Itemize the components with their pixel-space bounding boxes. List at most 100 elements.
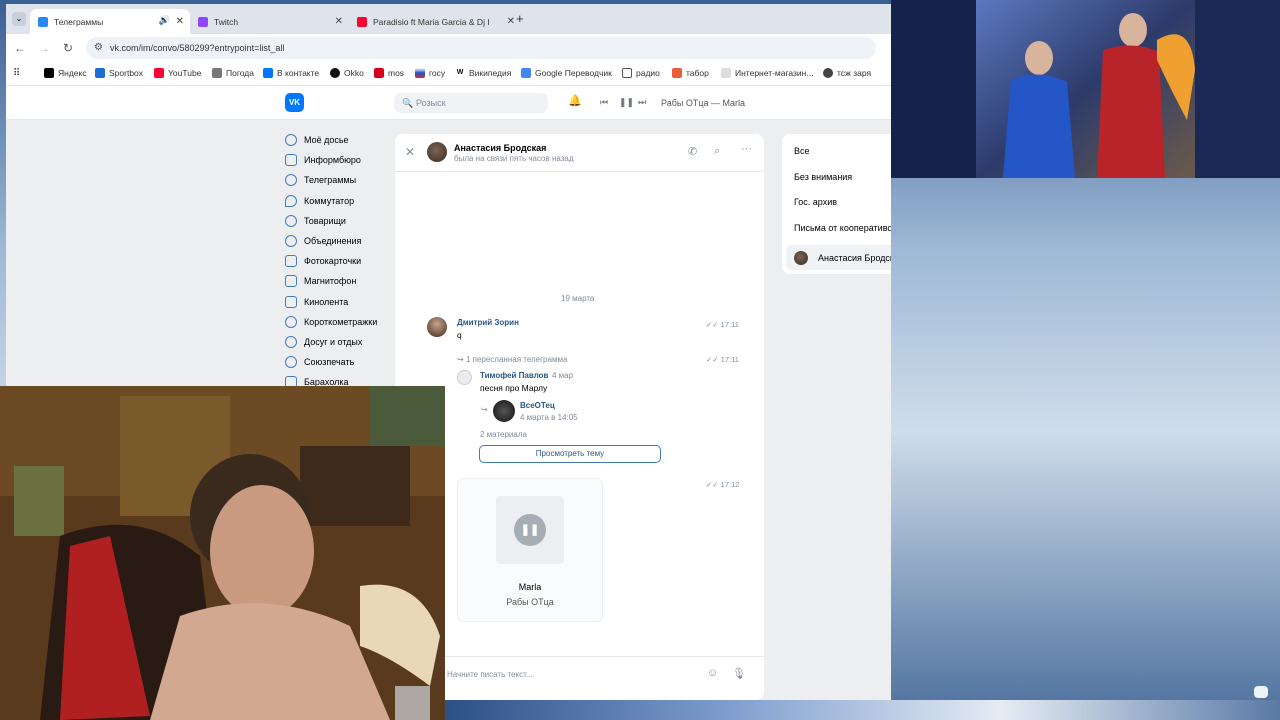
date-divider: 19 марта bbox=[561, 294, 595, 303]
mos-icon bbox=[374, 68, 384, 78]
forwarded-author[interactable]: Тимофей Павлов bbox=[480, 371, 548, 380]
translate-icon bbox=[521, 68, 531, 78]
menu-item[interactable]: Союзпечать bbox=[285, 352, 395, 372]
time-text: 17:11 bbox=[720, 320, 739, 329]
menu-item[interactable]: Фотокарточки bbox=[285, 251, 395, 271]
message-composer[interactable]: Начните писать текст... ☺ 🎙 bbox=[395, 656, 764, 692]
phone-icon[interactable]: ✆ bbox=[688, 145, 697, 158]
microphone-icon[interactable]: 🎙 bbox=[732, 667, 746, 680]
pause-button[interactable]: ❚❚ bbox=[514, 514, 546, 546]
time-text: 17:12 bbox=[720, 480, 740, 489]
back-icon[interactable]: ← bbox=[14, 41, 26, 55]
bookmark-shop[interactable]: Интернет-магазин... bbox=[721, 68, 813, 78]
contact-name[interactable]: Анастасия Бродская bbox=[454, 143, 546, 153]
avatar[interactable] bbox=[457, 370, 472, 385]
audio-attachment[interactable]: ❚❚ Marla Рабы ОТца bbox=[457, 478, 603, 622]
reload-icon[interactable]: ↻ bbox=[63, 41, 73, 55]
close-icon[interactable]: ✕ bbox=[405, 145, 415, 159]
vk-search-input[interactable]: 🔍 Розыск bbox=[394, 93, 548, 113]
bookmark-sportbox[interactable]: Sportbox bbox=[95, 68, 143, 78]
bookmark-gosu[interactable]: госу bbox=[415, 68, 445, 78]
bookmark-okko[interactable]: Okko bbox=[330, 68, 364, 78]
bookmark-yandex[interactable]: Яндекс bbox=[44, 68, 87, 78]
menu-item[interactable]: Моё досье bbox=[285, 130, 395, 150]
now-playing-title[interactable]: Рабы ОТца — Marla bbox=[661, 98, 745, 108]
previous-track-icon[interactable]: ⏮ bbox=[600, 97, 608, 108]
emoji-icon[interactable]: ☺ bbox=[707, 667, 718, 679]
bookmark-label: табор bbox=[686, 68, 709, 78]
vk-logo[interactable]: VK bbox=[285, 93, 304, 112]
menu-label: Магнитофон bbox=[304, 276, 357, 287]
menu-item[interactable]: Объединения bbox=[285, 231, 395, 251]
next-track-icon[interactable]: ⏭ bbox=[638, 97, 646, 108]
menu-item[interactable]: Досуг и отдых bbox=[285, 332, 395, 352]
message-sender[interactable]: Дмитрий Зорин bbox=[457, 318, 519, 327]
chat-bubble-icon[interactable] bbox=[1254, 686, 1268, 698]
folder-archive[interactable]: Гос. архив bbox=[794, 197, 837, 207]
menu-item[interactable]: Информбюро bbox=[285, 150, 395, 170]
bell-icon[interactable]: 🔔 bbox=[568, 94, 582, 107]
folder-unread[interactable]: Без внимания bbox=[794, 172, 852, 182]
menu-item[interactable]: Товарищи bbox=[285, 211, 395, 231]
menu-item[interactable]: Телеграммы bbox=[285, 170, 395, 190]
close-icon[interactable]: ✕ bbox=[176, 16, 184, 27]
more-icon[interactable]: ··· bbox=[741, 143, 752, 155]
avatar[interactable] bbox=[427, 317, 447, 337]
track-artist[interactable]: Рабы ОТца bbox=[458, 597, 602, 607]
vk-header: VK 🔍 Розыск 🔔 ⏮ ❚❚ ⏭ Рабы ОТца — Marla bbox=[6, 86, 891, 120]
bookmark-youtube[interactable]: YouTube bbox=[154, 68, 201, 78]
bookmark-vk[interactable]: В контакте bbox=[263, 68, 319, 78]
tab-strip: ⌄ Телеграммы 🔊 ✕ Twitch ✕ Paradisio ft M… bbox=[6, 4, 891, 34]
close-icon[interactable]: ✕ bbox=[507, 16, 515, 27]
menu-label: Фотокарточки bbox=[304, 256, 362, 267]
menu-item[interactable]: Коммутатор bbox=[285, 191, 395, 211]
menu-item[interactable]: Магнитофон bbox=[285, 271, 395, 291]
dialog-name: Анастасия Бродская bbox=[818, 253, 891, 263]
vk-favicon-icon bbox=[38, 16, 48, 27]
group-name[interactable]: ВсеОТец bbox=[520, 401, 555, 410]
view-topic-button[interactable]: Просмотреть тему bbox=[479, 445, 661, 463]
bookmark-mos[interactable]: mos bbox=[374, 68, 404, 78]
bookmark-weather[interactable]: Погода bbox=[212, 68, 254, 78]
message-time: ✓✓ 17:12 bbox=[706, 480, 739, 489]
selected-dialog[interactable]: Анастасия Бродская bbox=[786, 245, 891, 270]
folder-all[interactable]: Все bbox=[794, 146, 810, 156]
bookmark-google-translate[interactable]: Google Переводчик bbox=[521, 68, 612, 78]
tab-twitch[interactable]: Twitch ✕ bbox=[190, 9, 349, 34]
group-post-date: 4 марта в 14:05 bbox=[520, 413, 578, 422]
folder-communities[interactable]: Письма от кооперативов bbox=[794, 223, 891, 233]
track-title[interactable]: Marla bbox=[458, 582, 602, 592]
read-check-icon: ✓✓ bbox=[706, 355, 721, 364]
forward-icon[interactable]: → bbox=[38, 41, 50, 55]
photos-icon bbox=[285, 255, 297, 268]
bookmark-wikipedia[interactable]: W Википедия bbox=[455, 68, 511, 78]
avatar[interactable] bbox=[427, 142, 447, 162]
speaker-icon[interactable]: 🔊 bbox=[159, 15, 170, 26]
menu-label: Кинолента bbox=[304, 296, 349, 307]
menu-item[interactable]: Кинолента bbox=[285, 292, 395, 312]
message-time: ✓✓ 17:11 bbox=[706, 355, 739, 364]
tab-search-button[interactable]: ⌄ bbox=[12, 12, 26, 26]
tab-youtube[interactable]: Paradisio ft Maria Garcia & Dj I ✕ bbox=[349, 9, 529, 34]
pause-icon[interactable]: ❚❚ bbox=[619, 97, 634, 108]
bookmark-radio[interactable]: радио bbox=[622, 68, 660, 78]
bookmark-tabor[interactable]: табор bbox=[672, 68, 709, 78]
search-icon[interactable]: ⌕ bbox=[714, 145, 720, 158]
stage-photo bbox=[891, 0, 1280, 178]
webcam-overlay bbox=[0, 386, 445, 720]
menu-label: Информбюро bbox=[304, 155, 361, 166]
communities-icon bbox=[285, 235, 297, 248]
bookmark-label: Википедия bbox=[469, 68, 512, 78]
new-tab-button[interactable]: + bbox=[516, 11, 524, 26]
forward-label[interactable]: ↪ 1 пересланная телеграмма bbox=[457, 355, 567, 364]
bookmark-tszh[interactable]: тсж заря bbox=[823, 68, 871, 78]
site-info-icon[interactable]: ⚙ bbox=[94, 37, 103, 59]
conversation-panel: ✕ Анастасия Бродская была на связи пять … bbox=[395, 134, 764, 700]
group-avatar[interactable] bbox=[493, 400, 515, 422]
menu-item[interactable]: Короткометражки bbox=[285, 312, 395, 332]
tab-telegrams[interactable]: Телеграммы 🔊 ✕ bbox=[30, 9, 190, 34]
dialog-folders-panel: Все Без внимания Гос. архив Письма от ко… bbox=[782, 134, 891, 274]
close-icon[interactable]: ✕ bbox=[335, 16, 343, 27]
address-bar[interactable]: ⚙ vk.com/im/convo/580299?entrypoint=list… bbox=[86, 37, 876, 59]
apps-grid-icon[interactable]: ⠿ bbox=[13, 68, 20, 79]
